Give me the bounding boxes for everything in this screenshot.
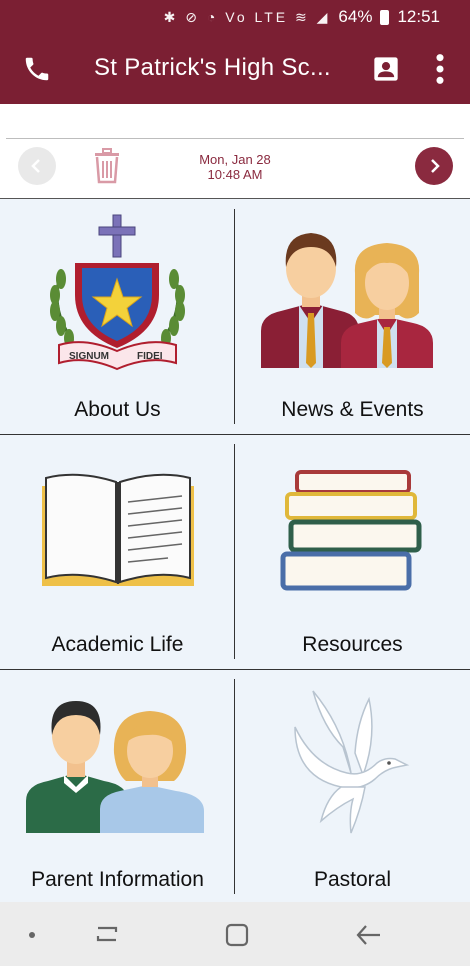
contact-card-icon[interactable]	[372, 55, 400, 83]
home-button-icon[interactable]	[224, 922, 250, 948]
chevron-right-icon	[431, 159, 440, 173]
top-app-bar: ✱ ⊘ ◔ Vo LTE ≋ ◢ 64% 12:51 St Patrick's …	[0, 0, 470, 104]
next-button[interactable]	[415, 147, 453, 185]
tile-label: Pastoral	[313, 868, 392, 891]
back-arrow-icon[interactable]	[354, 922, 384, 948]
tile-label: Resources	[302, 633, 403, 656]
status-bar: ✱ ⊘ ◔ Vo LTE ≋ ◢ 64% 12:51	[0, 0, 470, 34]
tile-news-events[interactable]: News & Events	[235, 199, 470, 434]
parents-icon	[26, 701, 204, 833]
tile-parent-information[interactable]: Parent Information	[0, 669, 235, 904]
tile-academic-life[interactable]: Academic Life	[0, 434, 235, 669]
previous-button[interactable]	[18, 147, 56, 185]
date-bar: Mon, Jan 28 10:48 AM	[0, 104, 470, 200]
tile-label: News & Events	[281, 398, 424, 421]
open-book-icon	[42, 473, 194, 586]
students-icon	[261, 233, 433, 368]
battery-level: 64%	[338, 7, 373, 26]
tile-about-us[interactable]: SIGNUM FIDEI About Us	[0, 199, 235, 434]
dot-indicator-icon	[29, 932, 35, 938]
tile-resources[interactable]: Resources	[235, 434, 470, 669]
app-title: St Patrick's High Sc...	[94, 54, 331, 81]
date-time: 10:48 AM	[207, 167, 263, 182]
menu-grid: SIGNUM FIDEI About Us News & Events Acad…	[0, 198, 470, 902]
crest-motto-left: SIGNUM	[69, 351, 109, 362]
trash-icon[interactable]	[92, 148, 122, 184]
more-vert-icon[interactable]	[432, 52, 448, 86]
date-day: Mon, Jan 28	[199, 152, 271, 167]
school-crest-icon: SIGNUM FIDEI	[50, 214, 185, 371]
chevron-left-icon	[31, 159, 40, 173]
date-bar-divider	[6, 138, 464, 139]
clock: 12:51	[397, 7, 440, 26]
status-icons: ✱ ⊘ ◔ Vo LTE ≋ ◢	[163, 8, 331, 25]
system-navigation-bar	[0, 902, 470, 966]
phone-icon[interactable]	[22, 54, 52, 84]
battery-icon	[380, 9, 390, 25]
tile-label: About Us	[74, 398, 161, 421]
crest-motto-right: FIDEI	[137, 351, 163, 362]
app-bar: St Patrick's High Sc...	[0, 34, 470, 104]
tile-pastoral[interactable]: Pastoral	[235, 669, 470, 904]
date-display: Mon, Jan 28 10:48 AM	[185, 152, 285, 182]
tile-label: Parent Information	[31, 868, 204, 891]
book-stack-icon	[280, 470, 422, 591]
tile-label: Academic Life	[51, 633, 184, 656]
dove-icon	[294, 690, 410, 834]
recent-apps-icon[interactable]	[92, 922, 122, 946]
